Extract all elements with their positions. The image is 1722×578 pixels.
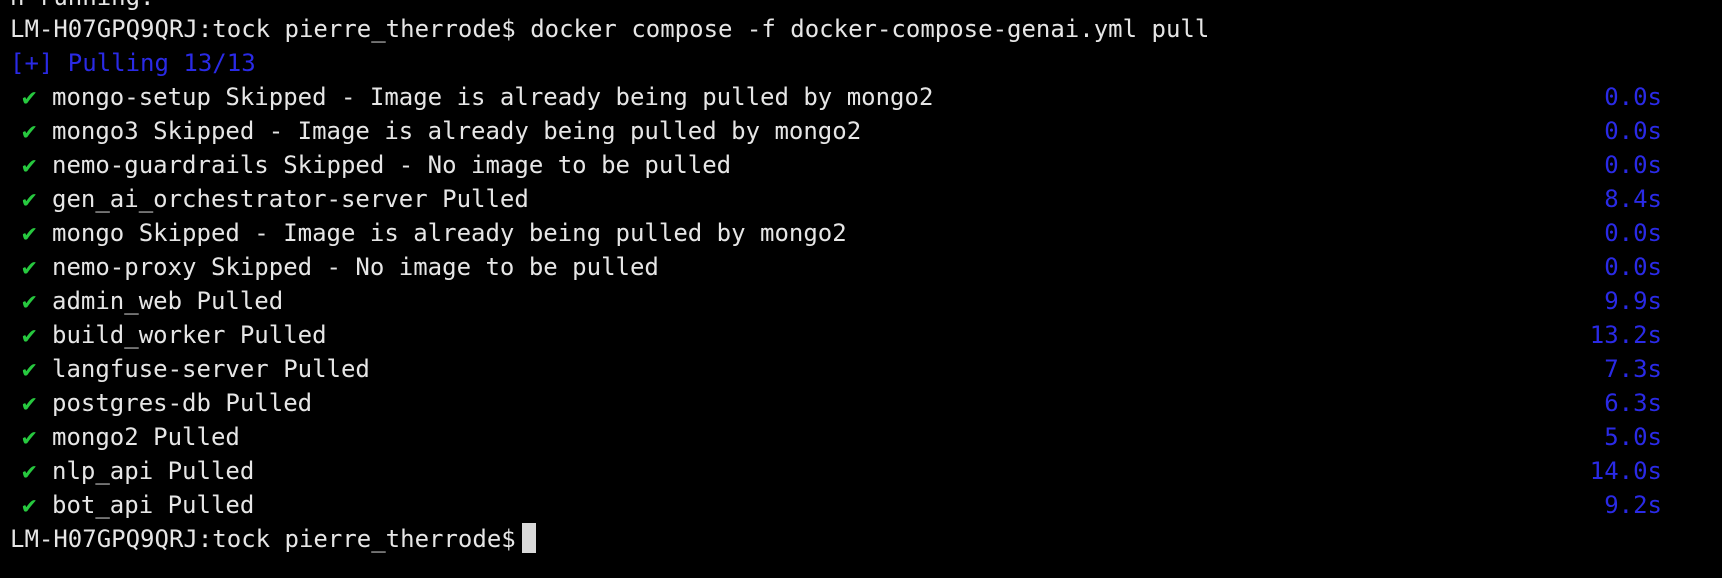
pull-result-text: admin_web Pulled xyxy=(52,287,284,315)
checkmark-icon: ✔ xyxy=(22,117,37,145)
pull-result-row: ✔ gen_ai_orchestrator-server Pulled 8.4s xyxy=(0,182,1722,216)
pull-result-row: ✔ mongo2 Pulled 5.0s xyxy=(0,420,1722,454)
pull-result-text: build_worker Pulled xyxy=(52,321,327,349)
pull-duration: 0.0s xyxy=(1604,151,1662,179)
pull-results-list: ✔ mongo-setup Skipped - Image is already … xyxy=(0,80,1722,522)
checkmark-icon: ✔ xyxy=(22,457,37,485)
checkmark-icon: ✔ xyxy=(22,287,37,315)
pull-result-text: bot_api Pulled xyxy=(52,491,255,519)
pull-duration: 5.0s xyxy=(1604,423,1662,451)
pull-duration: 9.2s xyxy=(1604,491,1662,519)
pull-result-row: ✔ mongo-setup Skipped - Image is already … xyxy=(0,80,1722,114)
pull-result-text: mongo3 Skipped - Image is already being … xyxy=(52,117,862,145)
pull-result-row: ✔ postgres-db Pulled 6.3s xyxy=(0,386,1722,420)
checkmark-icon: ✔ xyxy=(22,219,37,247)
pull-duration: 6.3s xyxy=(1604,389,1662,417)
pull-result-row: ✔ build_worker Pulled 13.2s xyxy=(0,318,1722,352)
pull-result-row: ✔ nemo-proxy Skipped - No image to be pul… xyxy=(0,250,1722,284)
pull-result-row: ✔ bot_api Pulled 9.2s xyxy=(0,488,1722,522)
pull-result-row: ✔ admin_web Pulled 9.9s xyxy=(0,284,1722,318)
shell-prompt: LM-H07GPQ9QRJ:tock pierre_therrode$ xyxy=(10,15,516,43)
checkmark-icon: ✔ xyxy=(22,321,37,349)
terminal-window[interactable]: n running. LM-H07GPQ9QRJ:tock pierre_the… xyxy=(0,0,1722,578)
pull-result-text: postgres-db Pulled xyxy=(52,389,313,417)
pull-result-text: nemo-guardrails Skipped - No image to be… xyxy=(52,151,732,179)
checkmark-icon: ✔ xyxy=(22,151,37,179)
pull-duration: 0.0s xyxy=(1604,219,1662,247)
text-cursor xyxy=(521,523,536,553)
pull-duration: 7.3s xyxy=(1604,355,1662,383)
pull-duration: 0.0s xyxy=(1604,253,1662,281)
pull-result-text: nemo-proxy Skipped - No image to be pull… xyxy=(52,253,659,281)
pull-result-text: mongo2 Pulled xyxy=(52,423,240,451)
final-prompt-line[interactable]: LM-H07GPQ9QRJ:tock pierre_therrode$ xyxy=(10,522,536,556)
pull-result-row: ✔ mongo Skipped - Image is already being … xyxy=(0,216,1722,250)
checkmark-icon: ✔ xyxy=(22,355,37,383)
shell-prompt-final: LM-H07GPQ9QRJ:tock pierre_therrode$ xyxy=(10,525,516,553)
checkmark-icon: ✔ xyxy=(22,491,37,519)
pull-duration: 13.2s xyxy=(1589,321,1662,349)
pull-result-row: ✔ nemo-guardrails Skipped - No image to b… xyxy=(0,148,1722,182)
command-line: LM-H07GPQ9QRJ:tock pierre_therrode$ dock… xyxy=(10,12,1722,46)
pull-result-text: langfuse-server Pulled xyxy=(52,355,370,383)
pull-duration: 0.0s xyxy=(1604,83,1662,111)
pull-duration: 0.0s xyxy=(1604,117,1662,145)
pull-result-row: ✔ mongo3 Skipped - Image is already being… xyxy=(0,114,1722,148)
checkmark-icon: ✔ xyxy=(22,389,37,417)
pulling-status: [+] Pulling 13/13 xyxy=(10,49,256,77)
pull-result-text: nlp_api Pulled xyxy=(52,457,255,485)
checkmark-icon: ✔ xyxy=(22,83,37,111)
pull-duration: 8.4s xyxy=(1604,185,1662,213)
pull-result-text: mongo Skipped - Image is already being p… xyxy=(52,219,847,247)
command-text: docker compose -f docker-compose-genai.y… xyxy=(530,15,1210,43)
pull-result-text: mongo-setup Skipped - Image is already b… xyxy=(52,83,934,111)
pull-duration: 14.0s xyxy=(1589,457,1662,485)
checkmark-icon: ✔ xyxy=(22,423,37,451)
pull-duration: 9.9s xyxy=(1604,287,1662,315)
pull-result-row: ✔ langfuse-server Pulled 7.3s xyxy=(0,352,1722,386)
checkmark-icon: ✔ xyxy=(22,185,37,213)
pull-result-text: gen_ai_orchestrator-server Pulled xyxy=(52,185,529,213)
checkmark-icon: ✔ xyxy=(22,253,37,281)
pull-result-row: ✔ nlp_api Pulled 14.0s xyxy=(0,454,1722,488)
